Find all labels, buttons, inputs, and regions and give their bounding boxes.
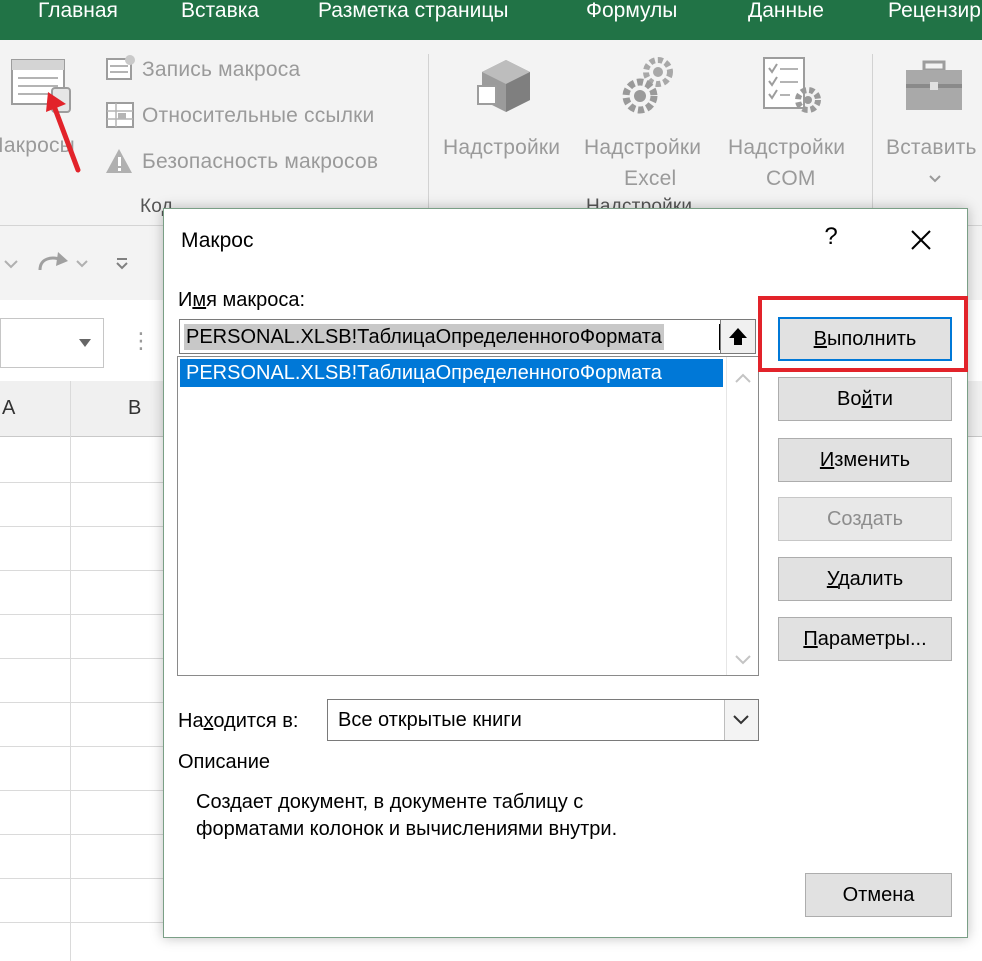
com-addins-button[interactable]: Надстройки COM: [726, 50, 866, 190]
addins-cube-icon: [477, 60, 530, 112]
toolbox-icon: [906, 60, 962, 110]
excel-addins-button[interactable]: Надстройки Excel: [584, 50, 720, 190]
macro-name-value: PERSONAL.XLSB!ТаблицаОпределенногоФормат…: [184, 324, 664, 350]
gridline: [0, 702, 180, 703]
name-box[interactable]: [0, 318, 104, 368]
chevron-down-icon: [79, 339, 91, 347]
column-header-a[interactable]: A: [2, 397, 15, 420]
delete-button[interactable]: Удалить: [778, 557, 952, 601]
macro-dialog: Макрос ? Имя макроса: PERSONAL.XLSB!Табл…: [163, 208, 968, 938]
addins-button[interactable]: Надстройки: [440, 50, 576, 190]
options-button[interactable]: Параметры...: [778, 617, 952, 661]
gridline: [0, 834, 180, 835]
arrow-up-icon: [729, 328, 747, 345]
chevron-down-icon: [929, 175, 941, 183]
gridline: [0, 790, 180, 791]
dialog-title: Макрос: [181, 229, 254, 252]
location-label: Находится в:: [178, 710, 299, 732]
chevron-down-icon: [733, 715, 749, 725]
chevron-down-icon[interactable]: [728, 649, 758, 669]
relative-refs-icon: [106, 102, 134, 128]
excel-addins-line1: Надстройки: [584, 136, 702, 159]
close-button[interactable]: [904, 223, 938, 257]
gridline: [0, 482, 180, 483]
macro-security-item[interactable]: Безопасность макросов: [104, 146, 414, 180]
description-text: Создает документ, в документе таблицу с …: [196, 789, 756, 843]
tab-page-layout[interactable]: Разметка страницы: [318, 0, 509, 40]
com-addins-line2: COM: [766, 167, 816, 190]
create-button[interactable]: Создать: [778, 497, 952, 541]
gridline: [0, 614, 180, 615]
warning-icon: [106, 149, 132, 173]
macro-name-input[interactable]: PERSONAL.XLSB!ТаблицаОпределенногоФормат…: [179, 319, 724, 354]
record-macro-item[interactable]: Запись макроса: [104, 54, 414, 88]
com-addins-line1: Надстройки: [728, 136, 846, 159]
red-arrow-annotation: [46, 92, 81, 173]
macro-list[interactable]: PERSONAL.XLSB!ТаблицаОпределенногоФормат…: [177, 356, 759, 676]
record-macro-label: Запись макроса: [142, 58, 301, 81]
addins-label: Надстройки: [443, 136, 561, 159]
ribbon-separator: [872, 54, 873, 214]
tab-formulas[interactable]: Формулы: [586, 0, 677, 40]
location-value: Все открытые книги: [338, 709, 522, 731]
relative-refs-item[interactable]: Относительные ссылки: [104, 100, 414, 134]
macro-security-label: Безопасность макросов: [142, 150, 379, 173]
collapse-up-button[interactable]: [720, 319, 756, 354]
excel-addins-line2: Excel: [624, 167, 677, 190]
column-header-b[interactable]: B: [128, 397, 141, 420]
description-line: Создает документ, в документе таблицу с: [196, 791, 584, 813]
record-macro-icon: [106, 55, 135, 80]
tab-review[interactable]: Рецензир: [888, 0, 981, 40]
gridline: [0, 658, 180, 659]
gridline: [0, 570, 180, 571]
customize-toolbar-icon[interactable]: [114, 256, 130, 272]
insert-controls-button[interactable]: Вставить: [880, 50, 982, 190]
gridline: [0, 922, 180, 923]
step-into-button[interactable]: Войти: [778, 377, 952, 421]
ribbon-tab-bar: Главная Вставка Разметка страницы Формул…: [0, 0, 982, 40]
tab-insert[interactable]: Вставка: [181, 0, 259, 40]
description-label: Описание: [178, 751, 271, 773]
tab-home[interactable]: Главная: [38, 0, 118, 40]
chevron-up-icon[interactable]: [728, 369, 758, 389]
gridline: [0, 746, 180, 747]
insert-controls-label: Вставить: [886, 136, 977, 159]
com-addins-icon: [763, 57, 821, 113]
chevron-down-icon[interactable]: [74, 258, 90, 270]
macro-name-label: Имя макроса:: [178, 289, 306, 311]
description-line: форматами колонок и вычислениями внутри.: [196, 818, 618, 840]
formula-bar-divider: ⋮: [130, 328, 152, 353]
tab-data[interactable]: Данные: [748, 0, 824, 40]
cancel-button[interactable]: Отмена: [805, 873, 952, 917]
location-dropdown-button[interactable]: [724, 700, 758, 740]
gridline: [0, 526, 180, 527]
gridline: [0, 878, 180, 879]
redo-icon[interactable]: [34, 248, 70, 278]
gears-icon: [622, 57, 673, 114]
run-button[interactable]: Выполнить: [778, 317, 952, 361]
list-item[interactable]: PERSONAL.XLSB!ТаблицаОпределенногоФормат…: [180, 359, 723, 387]
close-icon: [911, 230, 931, 250]
edit-button[interactable]: Изменить: [778, 438, 952, 482]
ribbon-developer: Макросы Запись макроса Относительные ссы…: [0, 40, 982, 226]
ribbon-separator: [428, 54, 429, 214]
chevron-down-icon[interactable]: [2, 258, 20, 270]
gridline: [70, 381, 71, 961]
relative-refs-label: Относительные ссылки: [142, 104, 375, 127]
list-scrollbar[interactable]: [726, 357, 758, 675]
help-button[interactable]: ?: [816, 223, 846, 257]
location-select[interactable]: Все открытые книги: [327, 699, 759, 741]
